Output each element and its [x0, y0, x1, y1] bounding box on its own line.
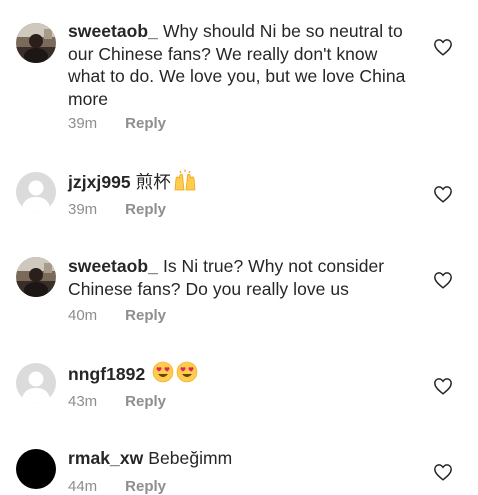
comment-time: 40m: [68, 307, 98, 324]
user-avatar[interactable]: [16, 172, 56, 212]
heart-outline-icon[interactable]: [433, 377, 453, 395]
heart-eyes-emoji: [152, 361, 174, 389]
heart-outline-icon[interactable]: [433, 463, 453, 481]
comment-meta: 43m Reply: [68, 393, 166, 410]
comment-text-block: jzjxj995 煎杯: [68, 169, 408, 197]
comment-username[interactable]: sweetaob_: [68, 256, 158, 276]
reply-button[interactable]: Reply: [125, 201, 166, 218]
comment-username[interactable]: sweetaob_: [68, 21, 158, 41]
comment-time: 39m: [68, 115, 98, 132]
comment-time: 44m: [68, 478, 98, 495]
comment-meta: 40m Reply: [68, 307, 166, 324]
comment-text-block: sweetaob_ Why should Ni be so neutral to …: [68, 20, 408, 110]
comment-meta: 44m Reply: [68, 478, 166, 495]
reply-button[interactable]: Reply: [125, 393, 166, 410]
comment-text-block: nngf1892: [68, 361, 408, 389]
heart-outline-icon[interactable]: [433, 185, 453, 203]
comment-meta: 39m Reply: [68, 201, 166, 218]
heart-eyes-emoji: [176, 361, 198, 389]
comment-meta: 39m Reply: [68, 115, 166, 132]
reply-button[interactable]: Reply: [125, 307, 166, 324]
raising-hands-emoji: [173, 169, 197, 197]
heart-outline-icon[interactable]: [433, 38, 453, 56]
comment-time: 43m: [68, 393, 98, 410]
user-avatar[interactable]: [16, 449, 56, 489]
comment-text-block: sweetaob_ Is Ni true? Why not consider Ch…: [68, 255, 408, 300]
user-avatar[interactable]: [16, 23, 56, 63]
user-avatar[interactable]: [16, 363, 56, 403]
reply-button[interactable]: Reply: [125, 115, 166, 132]
user-avatar[interactable]: [16, 257, 56, 297]
comment-username[interactable]: nngf1892: [68, 364, 145, 384]
comment-text-block: rmak_xw Bebeğimm: [68, 447, 408, 470]
comment-username[interactable]: jzjxj995: [68, 172, 131, 192]
comment-username[interactable]: rmak_xw: [68, 448, 143, 468]
comment-time: 39m: [68, 201, 98, 218]
heart-outline-icon[interactable]: [433, 271, 453, 289]
comment-body: 煎杯: [135, 172, 171, 192]
comment-body: Bebeğimm: [148, 448, 233, 468]
reply-button[interactable]: Reply: [125, 478, 166, 495]
